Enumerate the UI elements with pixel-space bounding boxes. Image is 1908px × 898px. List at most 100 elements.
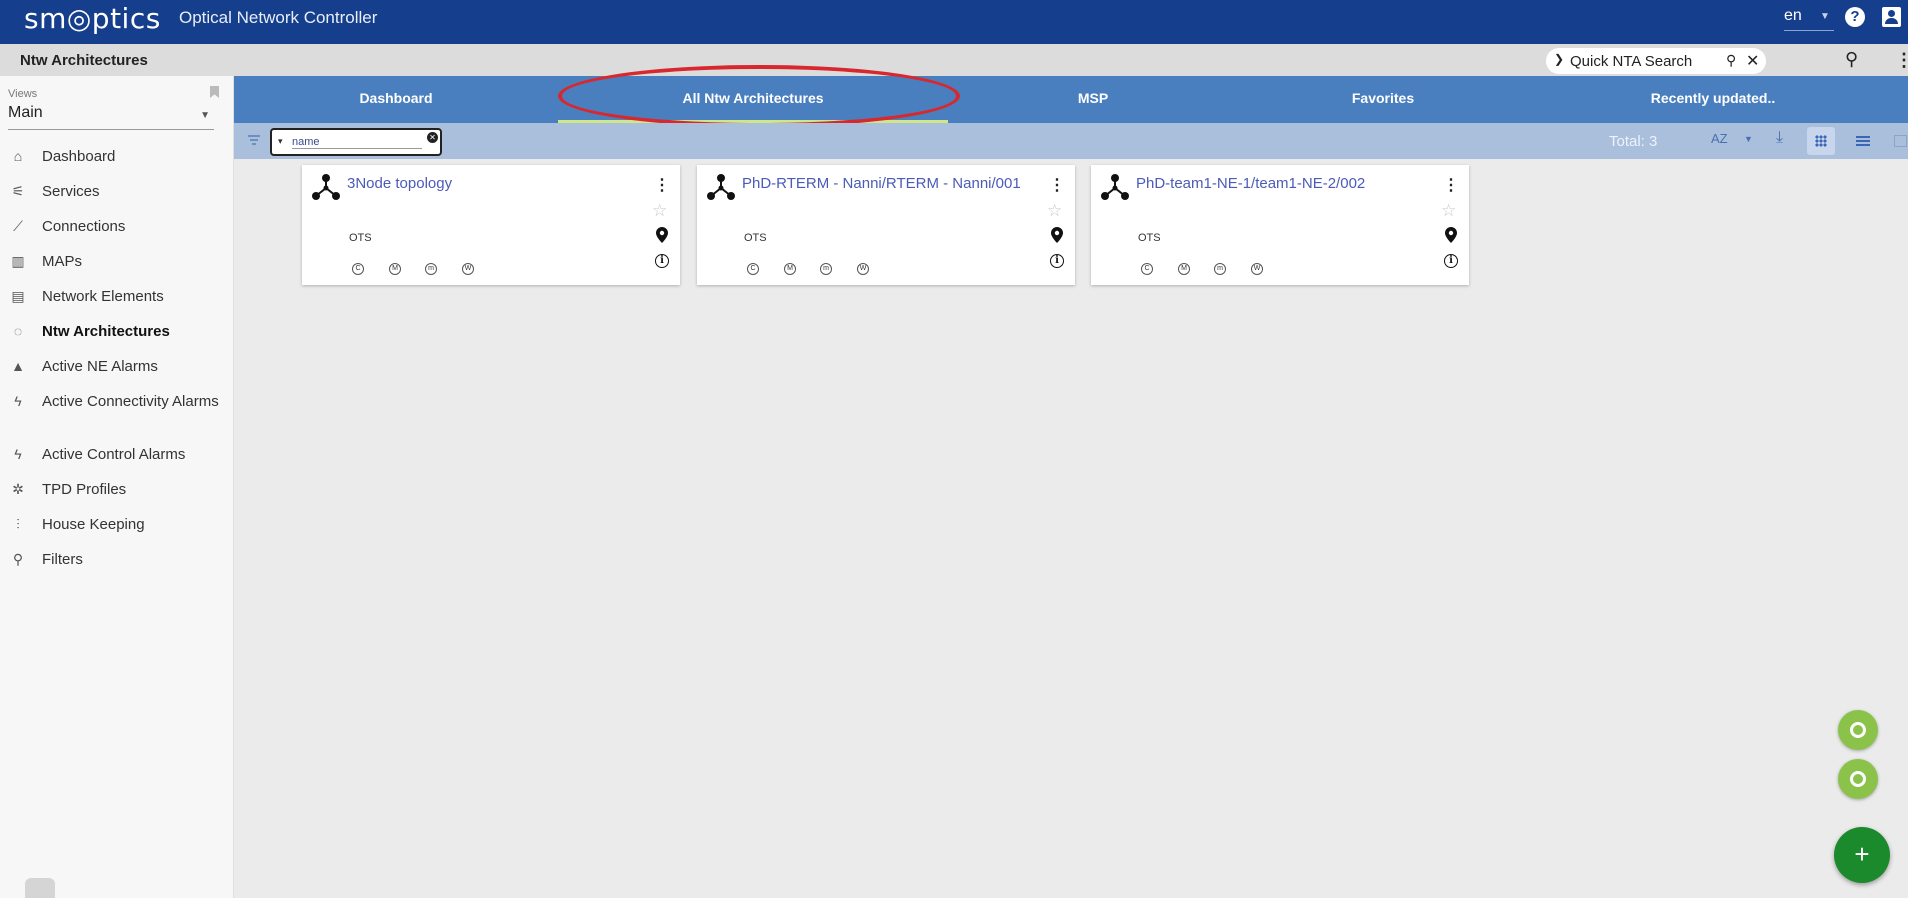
table-view-icon[interactable] (1894, 135, 1907, 147)
sidebar-item-label: TPD Profiles (42, 481, 127, 498)
quick-search-field[interactable]: ❯ Quick NTA Search ⚲ ✕ (1546, 48, 1766, 74)
nta-card[interactable]: PhD-team1-NE-1/team1-NE-2/002 ⋮ ☆ i OTS … (1091, 165, 1469, 285)
tab-msp[interactable]: MSP (948, 76, 1238, 123)
search-icon[interactable]: ⚲ (1845, 49, 1858, 70)
smoptics-logo[interactable]: sm◎ptics (24, 2, 161, 35)
badge-m: M (1178, 263, 1190, 275)
filter-bar: ▾ name ✕ Total: 3 AZ ▼ ⤓ (234, 123, 1908, 159)
sidebar-item-active-ne-alarms[interactable]: ▲ Active NE Alarms (0, 350, 234, 385)
name-filter-input[interactable]: name (292, 136, 422, 149)
sidebar-item-label: Active Connectivity Alarms (42, 393, 219, 410)
name-filter-chip[interactable]: ▾ name ✕ (270, 128, 442, 156)
top-bar: sm◎ptics Optical Network Controller en ▼… (0, 0, 1908, 44)
home-icon: ⌂ (13, 148, 23, 164)
info-icon[interactable]: i (655, 254, 669, 268)
page-title: Ntw Architectures (20, 52, 148, 69)
sidebar-item-active-connectivity-alarms[interactable]: ϟ Active Connectivity Alarms (0, 385, 234, 438)
scroll-up-button[interactable] (25, 878, 55, 898)
more-options-icon[interactable]: ⋮ (1443, 175, 1459, 195)
sort-az-icon[interactable]: AZ (1711, 131, 1728, 146)
info-icon[interactable]: i (1444, 254, 1458, 268)
sidebar-item-label: House Keeping (42, 516, 145, 533)
location-pin-icon[interactable] (1051, 227, 1063, 243)
help-icon[interactable]: ? (1845, 7, 1865, 27)
services-icon: ⚟ (11, 183, 25, 199)
sidebar-item-maps[interactable]: ▥ MAPs (0, 245, 234, 280)
more-options-icon[interactable]: ⋮ (1895, 51, 1908, 69)
chevron-down-icon[interactable]: ▾ (278, 136, 283, 147)
sidebar: Views Main ▼ ⌂ Dashboard ⚟ Services ⟋ Co… (0, 76, 234, 898)
sidebar-item-active-control-alarms[interactable]: ϟ Active Control Alarms (0, 438, 234, 473)
layer-label: OTS (744, 232, 767, 244)
more-options-icon[interactable]: ⋮ (1049, 175, 1065, 195)
badge-m: M (389, 263, 401, 275)
list-view-icon[interactable] (1856, 136, 1870, 147)
sidebar-item-label: Dashboard (42, 148, 116, 165)
sidebar-item-tpd-profiles[interactable]: ✲ TPD Profiles (0, 473, 234, 508)
tab-bar: Dashboard All Ntw Architectures MSP Favo… (234, 76, 1908, 123)
highlight-ellipse (558, 65, 960, 127)
more-options-icon[interactable]: ⋮ (654, 175, 670, 195)
layer-label: OTS (349, 232, 372, 244)
card-title-link[interactable]: 3Node topology (347, 175, 452, 192)
favorite-star-icon[interactable]: ☆ (1441, 201, 1456, 221)
badge-m: M (784, 263, 796, 275)
close-icon[interactable]: ✕ (1746, 51, 1759, 71)
language-select[interactable]: en ▼ (1784, 7, 1834, 31)
download-icon[interactable]: ⤓ (1776, 129, 1783, 147)
sidebar-item-label: Active Control Alarms (42, 446, 186, 463)
topology-icon (1101, 174, 1129, 200)
sidebar-item-label: Connections (42, 218, 126, 235)
favorite-star-icon[interactable]: ☆ (652, 201, 667, 221)
bookmark-icon[interactable] (210, 86, 219, 98)
sidebar-item-network-elements[interactable]: ▤ Network Elements (0, 280, 234, 315)
grid-view-button[interactable] (1807, 127, 1835, 155)
sidebar-item-label: Network Elements (42, 288, 164, 305)
tab-favorites[interactable]: Favorites (1238, 76, 1528, 123)
chevron-down-icon[interactable]: ❯ (1554, 52, 1564, 66)
sidebar-item-services[interactable]: ⚟ Services (0, 175, 234, 210)
favorite-star-icon[interactable]: ☆ (1047, 201, 1062, 221)
badge-m-small: m (425, 263, 437, 275)
location-pin-icon[interactable] (656, 227, 668, 243)
nta-card[interactable]: 3Node topology ⋮ ☆ i OTS C M m W (302, 165, 680, 285)
chevron-down-icon[interactable]: ▼ (1744, 134, 1753, 144)
sidebar-item-connections[interactable]: ⟋ Connections (0, 210, 234, 245)
badge-m-small: m (820, 263, 832, 275)
sidebar-item-dashboard[interactable]: ⌂ Dashboard (0, 140, 234, 175)
tab-dashboard[interactable]: Dashboard (234, 76, 558, 123)
account-icon[interactable] (1882, 7, 1901, 27)
sidebar-item-label: Ntw Architectures (42, 323, 170, 340)
views-select[interactable]: Main ▼ (8, 104, 214, 130)
sidebar-item-filters[interactable]: ⚲ Filters (0, 543, 234, 578)
quick-search-placeholder[interactable]: Quick NTA Search (1570, 53, 1692, 70)
refresh-icon (1850, 722, 1866, 738)
total-count: Total: 3 (1609, 133, 1658, 150)
search-icon: ⚲ (12, 551, 24, 567)
clear-icon[interactable]: ✕ (427, 132, 438, 143)
sidebar-item-house-keeping[interactable]: ⫶ House Keeping (0, 508, 234, 543)
filter-icon[interactable] (248, 135, 260, 145)
card-title-link[interactable]: PhD-team1-NE-1/team1-NE-2/002 (1136, 175, 1365, 192)
connection-line-icon: ⟋ (13, 218, 23, 234)
nta-card[interactable]: PhD-RTERM - Nanni/RTERM - Nanni/001 ⋮ ☆ … (697, 165, 1075, 285)
sidebar-item-ntw-architectures[interactable]: ◌ Ntw Architectures (0, 315, 234, 350)
location-pin-icon[interactable] (1445, 227, 1457, 243)
network-elements-icon: ▤ (11, 288, 25, 304)
sub-header: Ntw Architectures ❯ Quick NTA Search ⚲ ✕… (0, 44, 1908, 76)
search-icon[interactable]: ⚲ (1726, 52, 1736, 69)
watch-button[interactable] (1838, 759, 1878, 799)
add-button[interactable]: + (1834, 827, 1890, 883)
badge-w: W (857, 263, 869, 275)
sidebar-item-label: MAPs (42, 253, 83, 270)
tpd-icon: ✲ (12, 481, 24, 497)
tab-recently-updated[interactable]: Recently updated.. (1528, 76, 1898, 123)
info-icon[interactable]: i (1050, 254, 1064, 268)
badge-c: C (747, 263, 759, 275)
sync-button[interactable] (1838, 710, 1878, 750)
badge-w: W (1251, 263, 1263, 275)
card-title-link[interactable]: PhD-RTERM - Nanni/RTERM - Nanni/001 (742, 175, 1021, 192)
views-value: Main (8, 104, 43, 121)
app-title: Optical Network Controller (179, 8, 378, 27)
map-icon: ▥ (11, 253, 25, 269)
